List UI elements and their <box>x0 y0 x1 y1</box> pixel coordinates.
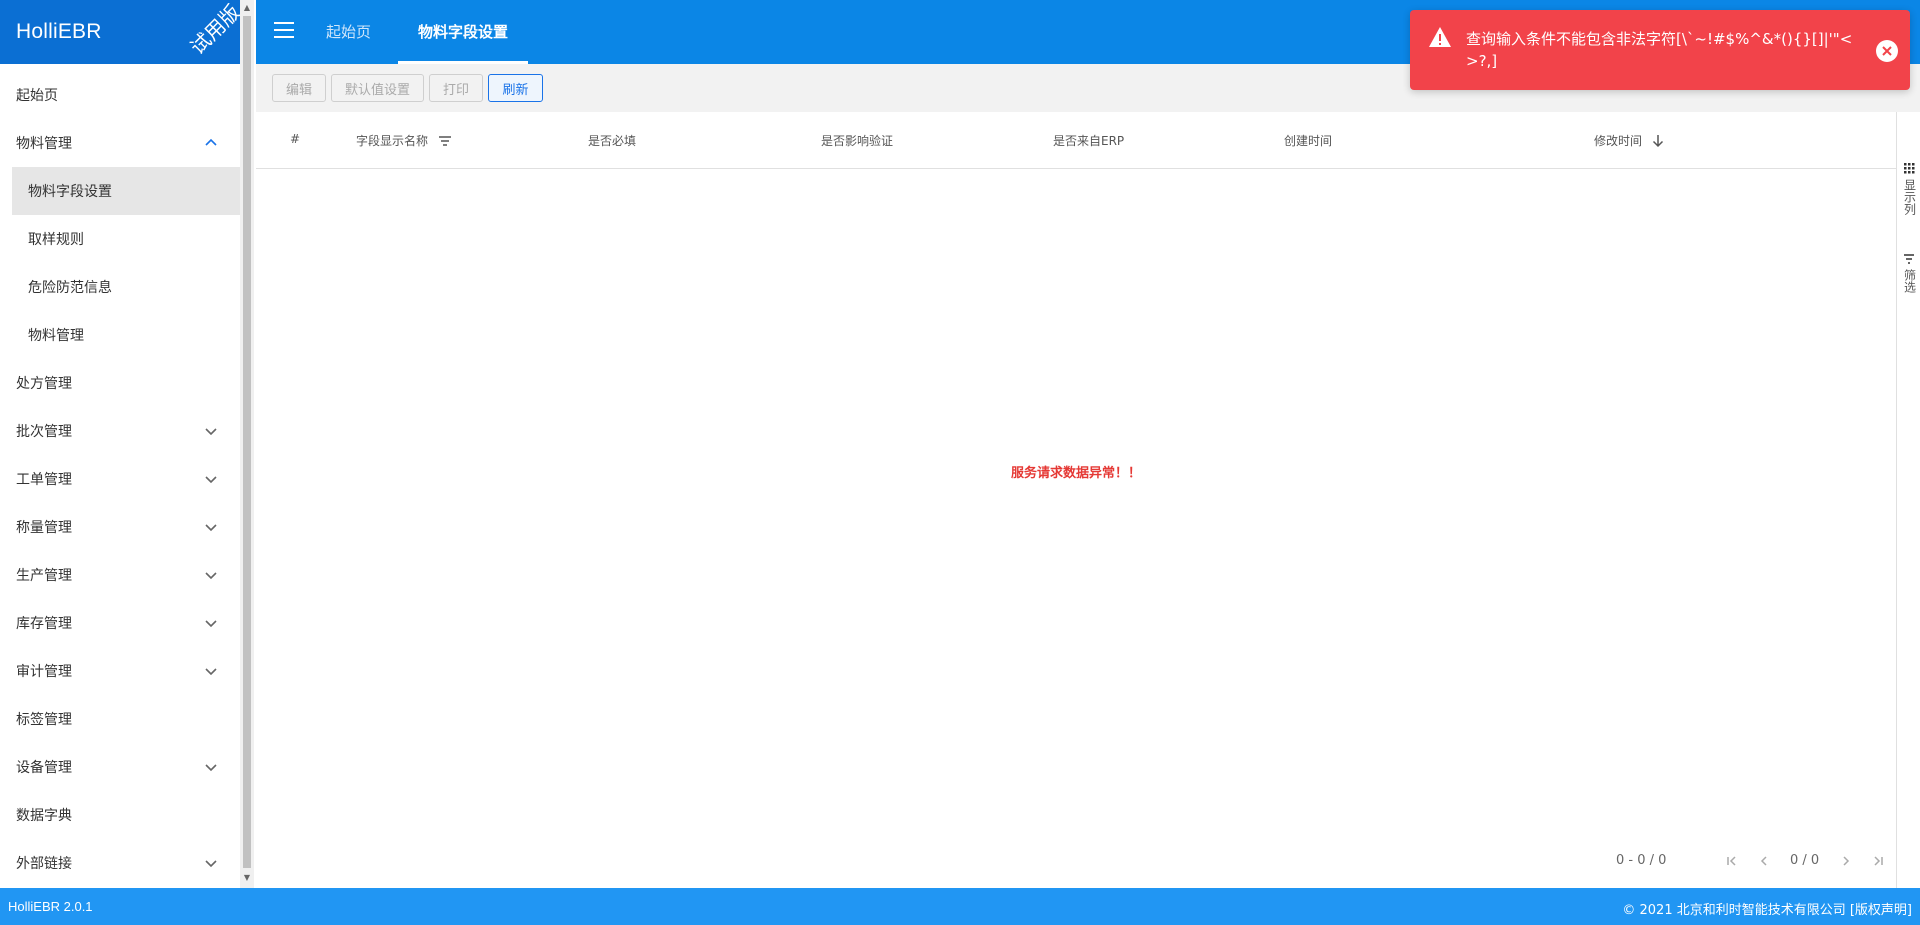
column-header-affects-validation: 是否影响验证 <box>821 134 894 148</box>
close-icon[interactable] <box>1876 40 1898 62</box>
page-indicator: 0 / 0 <box>1790 853 1820 868</box>
grid-icon <box>1904 163 1915 174</box>
warning-icon <box>1429 27 1451 47</box>
default-settings-button[interactable]: 默认值设置 <box>331 74 424 102</box>
sidebar-item-inventory-mgmt[interactable]: 库存管理 <box>0 599 240 647</box>
sidebar: HolliEBR 试用版 起始页 物料管理 物料字段设置 取样规则 危险防范信息… <box>0 0 240 888</box>
app-version: HolliEBR 2.0.1 <box>8 899 93 914</box>
sidebar-item-label: 起始页 <box>16 88 58 104</box>
error-toast: 查询输入条件不能包含非法字符[\`~!#$%^&*(){}[]|'"<>?,] <box>1410 10 1910 90</box>
sidebar-item-label: 称量管理 <box>16 520 72 536</box>
sidebar-item-material-mgmt-sub[interactable]: 物料管理 <box>0 311 240 359</box>
sidebar-item-label: 标签管理 <box>16 712 72 728</box>
show-columns-button[interactable]: 显示列 <box>1897 162 1920 215</box>
sidebar-item-batch-mgmt[interactable]: 批次管理 <box>0 407 240 455</box>
brand-header: HolliEBR 试用版 <box>0 0 240 64</box>
sidebar-item-sampling-rules[interactable]: 取样规则 <box>0 215 240 263</box>
sidebar-item-production-mgmt[interactable]: 生产管理 <box>0 551 240 599</box>
chevron-down-icon <box>204 856 218 870</box>
sidebar-item-label: 危险防范信息 <box>28 280 112 296</box>
column-header-index: # <box>290 132 301 146</box>
table-header: # 字段显示名称 是否必填 是否影响验证 是否来自ERP 创建时间 修改时间 <box>256 112 1896 169</box>
chevron-down-icon <box>204 664 218 678</box>
sidebar-item-weighing-mgmt[interactable]: 称量管理 <box>0 503 240 551</box>
prev-page-icon[interactable] <box>1756 853 1772 869</box>
sidebar-item-label: 生产管理 <box>16 568 72 584</box>
app-title: HolliEBR <box>16 20 102 43</box>
sidebar-item-home[interactable]: 起始页 <box>0 71 240 119</box>
sidebar-item-label-mgmt[interactable]: 标签管理 <box>0 695 240 743</box>
refresh-button[interactable]: 刷新 <box>488 74 543 102</box>
sidebar-item-label: 批次管理 <box>16 424 72 440</box>
scroll-up-icon[interactable]: ▲ <box>243 2 251 14</box>
chevron-down-icon <box>204 616 218 630</box>
filter-label: 筛选 <box>1902 269 1917 293</box>
copyright[interactable]: © 2021 北京和利时智能技术有限公司 [版权声明] <box>1622 899 1912 918</box>
sidebar-item-recipe-mgmt[interactable]: 处方管理 <box>0 359 240 407</box>
sidebar-item-data-dictionary[interactable]: 数据字典 <box>0 791 240 839</box>
print-button[interactable]: 打印 <box>429 74 483 102</box>
sidebar-item-label: 物料管理 <box>28 328 84 344</box>
pagination: 0 - 0 / 0 0 / 0 <box>256 833 1896 888</box>
sidebar-item-equipment-mgmt[interactable]: 设备管理 <box>0 743 240 791</box>
sidebar-item-workorder-mgmt[interactable]: 工单管理 <box>0 455 240 503</box>
sidebar-item-hazard-info[interactable]: 危险防范信息 <box>0 263 240 311</box>
scrollbar-thumb[interactable] <box>243 16 251 868</box>
show-columns-label: 显示列 <box>1902 179 1917 215</box>
data-table: # 字段显示名称 是否必填 是否影响验证 是否来自ERP 创建时间 修改时间 服… <box>256 112 1896 834</box>
sidebar-item-label: 审计管理 <box>16 664 72 680</box>
filter-icon <box>1904 254 1914 264</box>
sidebar-menu: 起始页 物料管理 物料字段设置 取样规则 危险防范信息 物料管理 处方管理 批次… <box>0 71 240 887</box>
sidebar-item-audit-mgmt[interactable]: 审计管理 <box>0 647 240 695</box>
sidebar-item-label: 物料字段设置 <box>28 184 112 200</box>
sort-desc-icon[interactable] <box>1652 134 1664 148</box>
first-page-icon[interactable] <box>1724 853 1740 869</box>
toast-message: 查询输入条件不能包含非法字符[\`~!#$%^&*(){}[]|'"<>?,] <box>1466 30 1853 70</box>
edit-button[interactable]: 编辑 <box>272 74 326 102</box>
last-page-icon[interactable] <box>1870 853 1886 869</box>
filter-button[interactable]: 筛选 <box>1897 254 1920 293</box>
chevron-down-icon <box>204 472 218 486</box>
scroll-down-icon[interactable]: ▼ <box>243 872 251 884</box>
tab-material-field-settings[interactable]: 物料字段设置 <box>398 0 528 64</box>
sidebar-scrollbar[interactable]: ▲ ▼ <box>240 0 254 888</box>
sidebar-item-label: 库存管理 <box>16 616 72 632</box>
sidebar-item-material-mgmt[interactable]: 物料管理 <box>0 119 240 167</box>
sidebar-item-label: 处方管理 <box>16 376 72 392</box>
status-bar: HolliEBR 2.0.1 © 2021 北京和利时智能技术有限公司 [版权声… <box>0 888 1920 925</box>
side-panel: 显示列 筛选 <box>1896 112 1920 888</box>
pagination-range: 0 - 0 / 0 <box>1616 853 1667 868</box>
sidebar-item-label: 取样规则 <box>28 232 84 248</box>
chevron-down-icon <box>204 568 218 582</box>
sidebar-item-label: 设备管理 <box>16 760 72 776</box>
next-page-icon[interactable] <box>1838 853 1854 869</box>
column-header-modified-time[interactable]: 修改时间 <box>1594 132 1664 149</box>
sidebar-item-label: 工单管理 <box>16 472 72 488</box>
column-header-field-name[interactable]: 字段显示名称 <box>356 132 452 149</box>
sidebar-item-label: 数据字典 <box>16 808 72 824</box>
chevron-up-icon <box>204 136 218 150</box>
sidebar-item-material-field-settings[interactable]: 物料字段设置 <box>12 167 240 215</box>
column-header-required: 是否必填 <box>588 134 637 148</box>
column-header-created-time: 创建时间 <box>1284 134 1333 148</box>
filter-icon[interactable] <box>438 135 452 147</box>
chevron-down-icon <box>204 760 218 774</box>
menu-icon[interactable] <box>274 22 294 38</box>
empty-error-message: 服务请求数据异常！！ <box>1010 466 1141 481</box>
trial-badge: 试用版 <box>186 1 240 60</box>
chevron-down-icon <box>204 520 218 534</box>
chevron-down-icon <box>204 424 218 438</box>
sidebar-item-label: 外部链接 <box>16 856 72 872</box>
sidebar-item-external-links[interactable]: 外部链接 <box>0 839 240 887</box>
sidebar-item-label: 物料管理 <box>16 136 72 152</box>
column-header-from-erp: 是否来自ERP <box>1053 134 1125 148</box>
tab-home[interactable]: 起始页 <box>310 0 387 64</box>
